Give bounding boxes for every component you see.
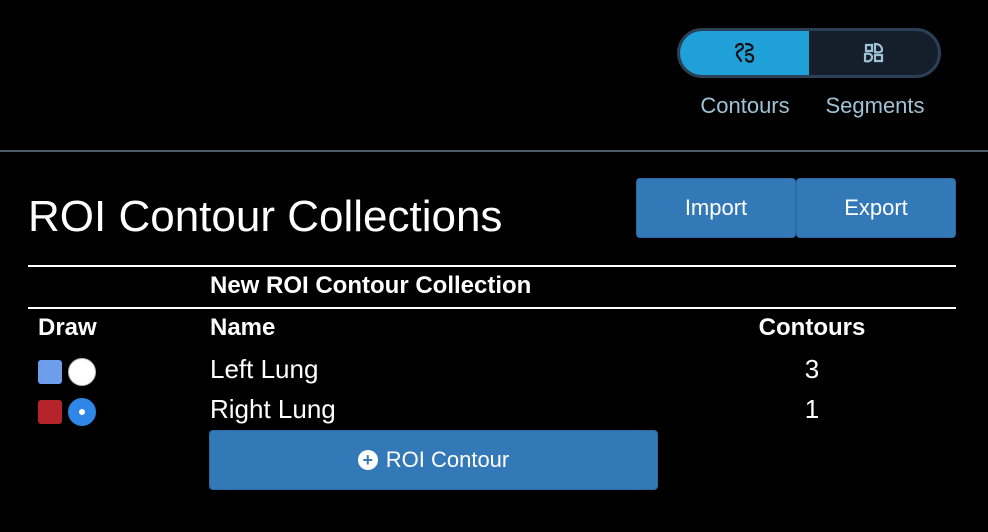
contours-icon xyxy=(734,42,754,63)
table-header-rule xyxy=(28,307,956,309)
segments-toggle-button[interactable] xyxy=(809,31,938,75)
panel-title: ROI Contour Collections xyxy=(28,192,503,241)
roi-contour-count: 1 xyxy=(804,394,820,424)
contours-toggle-label[interactable]: Contours xyxy=(680,93,810,119)
import-button[interactable]: Import xyxy=(636,178,796,238)
add-roi-contour-button[interactable]: + ROI Contour xyxy=(209,430,658,490)
draw-radio[interactable] xyxy=(68,398,96,426)
plus-circle-icon: + xyxy=(357,450,378,470)
table-top-rule xyxy=(28,265,956,267)
roi-color-swatch[interactable] xyxy=(38,360,62,384)
segments-toggle-label[interactable]: Segments xyxy=(810,93,940,119)
table-row[interactable]: Left Lung 3 xyxy=(28,352,956,388)
view-toggle xyxy=(677,28,941,78)
header-divider xyxy=(0,150,988,152)
contours-toggle-button[interactable] xyxy=(680,31,809,75)
collection-name: New ROI Contour Collection xyxy=(210,272,532,299)
export-button[interactable]: Export xyxy=(796,178,956,238)
roi-name: Right Lung xyxy=(210,394,336,424)
add-roi-contour-label: ROI Contour xyxy=(385,447,510,472)
roi-contour-count: 3 xyxy=(804,354,820,384)
column-header-name: Name xyxy=(210,314,276,341)
draw-radio[interactable] xyxy=(68,358,96,386)
column-header-contours: Contours xyxy=(758,314,866,341)
segments-icon xyxy=(863,42,883,63)
column-header-draw: Draw xyxy=(38,314,97,341)
table-row[interactable]: Right Lung 1 xyxy=(28,392,956,428)
roi-color-swatch[interactable] xyxy=(38,400,62,424)
roi-name: Left Lung xyxy=(210,354,319,384)
